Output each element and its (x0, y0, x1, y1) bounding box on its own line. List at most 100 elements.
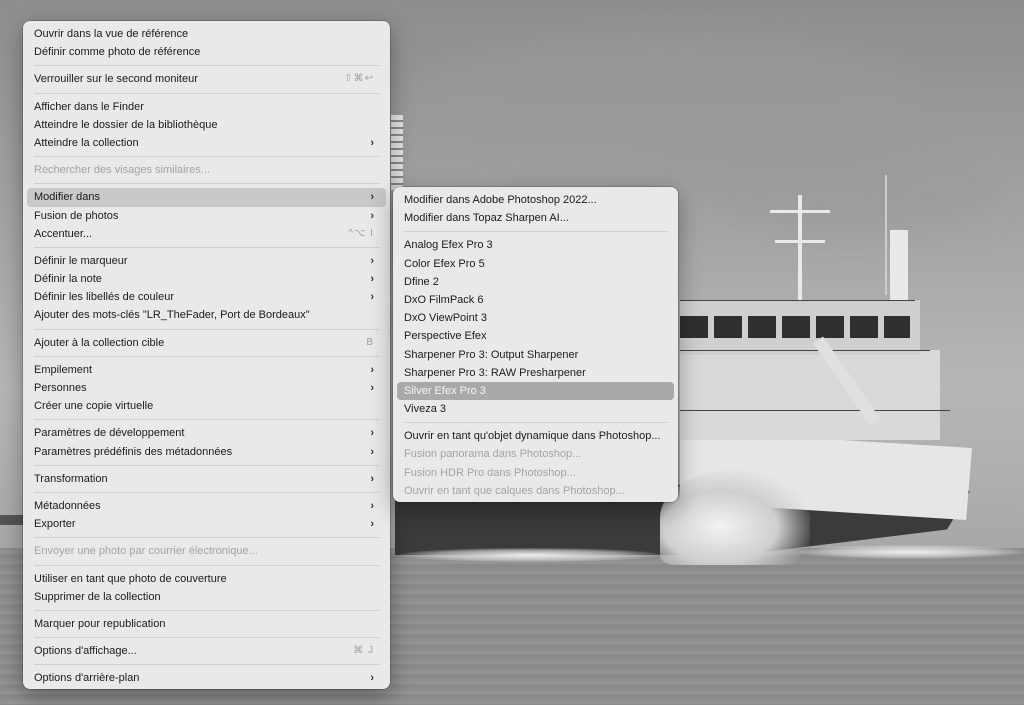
menu-item-label: Personnes (34, 382, 87, 394)
menu-item-ouvrir-dans-la-vue-de-reference[interactable]: Ouvrir dans la vue de référence (27, 25, 386, 43)
menu-separator (34, 92, 379, 94)
chevron-right-icon: › (370, 136, 374, 149)
menu-item-definir-les-libelles-de-couleur[interactable]: Définir les libellés de couleur › (27, 288, 386, 306)
menu-item-personnes[interactable]: Personnes › (27, 379, 386, 397)
menu-item-label: Options d'arrière-plan (34, 672, 140, 685)
water-splash (660, 470, 810, 565)
menu-separator (34, 464, 379, 466)
submenu-item-modifier-dans-topaz-sharpen-ai[interactable]: Modifier dans Topaz Sharpen AI... (397, 209, 674, 227)
menu-item-afficher-dans-le-finder[interactable]: Afficher dans le Finder (27, 98, 386, 116)
menu-item-definir-le-marqueur[interactable]: Définir le marqueur › (27, 252, 386, 270)
chevron-right-icon: › (370, 427, 374, 440)
menu-separator (404, 231, 667, 233)
context-menu: Ouvrir dans la vue de référence Définir c… (23, 21, 390, 689)
menu-item-fusion-de-photos[interactable]: Fusion de photos › (27, 207, 386, 225)
menu-item-parametres-predefinis-des-metadonnees[interactable]: Paramètres prédéfinis des métadonnées › (27, 443, 386, 461)
submenu-item-modifier-dans-adobe-photoshop-2022[interactable]: Modifier dans Adobe Photoshop 2022... (397, 191, 674, 209)
submenu-item-ouvrir-en-tant-que-calques-dans-photosho: Ouvrir en tant que calques dans Photosho… (397, 482, 674, 500)
ship-railing (680, 410, 950, 411)
menu-item-label: Viveza 3 (404, 403, 446, 416)
menu-item-verrouiller-sur-le-second-moniteur[interactable]: Verrouiller sur le second moniteur ⇧⌘↩ (27, 70, 386, 88)
menu-separator (34, 609, 379, 611)
menu-separator (34, 637, 379, 639)
chevron-right-icon: › (370, 518, 374, 531)
submenu-item-viveza-3[interactable]: Viveza 3 (397, 400, 674, 418)
menu-item-label: Définir le marqueur (34, 254, 128, 267)
menu-item-parametres-de-developpement[interactable]: Paramètres de développement › (27, 424, 386, 442)
menu-item-label: Empilement (34, 363, 93, 376)
submenu-item-fusion-panorama-dans-photoshop: Fusion panorama dans Photoshop... (397, 445, 674, 463)
menu-item-label: Utiliser en tant que photo de couverture (34, 572, 227, 585)
menu-item-label: Dfine 2 (404, 275, 439, 288)
submenu-item-dxo-filmpack-6[interactable]: DxO FilmPack 6 (397, 291, 674, 309)
menu-item-label: Marquer pour republication (34, 617, 166, 630)
menu-item-options-d-affichage[interactable]: Options d'affichage... ⌘ J (27, 642, 386, 660)
menu-separator (34, 491, 379, 493)
water-foam (400, 548, 660, 562)
menu-item-options-d-arriere-plan[interactable]: Options d'arrière-plan › (27, 669, 386, 687)
submenu-item-analog-efex-pro-3[interactable]: Analog Efex Pro 3 (397, 236, 674, 254)
submenu-item-dfine-2[interactable]: Dfine 2 (397, 273, 674, 291)
keyboard-shortcut: B (366, 336, 374, 348)
menu-item-label: Accentuer... (34, 227, 93, 240)
menu-item-definir-la-note[interactable]: Définir la note › (27, 270, 386, 288)
submenu-item-sharpener-pro-3-output-sharpener[interactable]: Sharpener Pro 3: Output Sharpener (397, 346, 674, 364)
menu-item-label: DxO ViewPoint 3 (404, 312, 487, 325)
menu-item-label: Verrouiller sur le second moniteur (34, 73, 198, 86)
menu-item-label: Fusion de photos (34, 209, 119, 222)
menu-item-label: Définir la note (34, 273, 102, 286)
submenu-item-silver-efex-pro-3[interactable]: Silver Efex Pro 3 (397, 381, 674, 401)
chevron-right-icon: › (370, 191, 374, 204)
menu-item-utiliser-en-tant-que-photo-de-couverture[interactable]: Utiliser en tant que photo de couverture (27, 570, 386, 588)
submenu-item-perspective-efex[interactable]: Perspective Efex (397, 327, 674, 345)
menu-item-label: Transformation (34, 472, 108, 485)
menu-item-label: Paramètres de développement (34, 427, 185, 440)
menu-item-label: Sharpener Pro 3: RAW Presharpener (404, 366, 586, 379)
menu-item-label: Options d'affichage... (34, 645, 137, 658)
menu-item-modifier-dans[interactable]: Modifier dans › (27, 188, 386, 207)
submenu-item-fusion-hdr-pro-dans-photoshop: Fusion HDR Pro dans Photoshop... (397, 464, 674, 482)
shoreline (0, 515, 24, 525)
menu-item-atteindre-la-collection[interactable]: Atteindre la collection › (27, 134, 386, 152)
menu-item-label: DxO FilmPack 6 (404, 293, 484, 306)
menu-item-empilement[interactable]: Empilement › (27, 361, 386, 379)
menu-item-metadonnees[interactable]: Métadonnées › (27, 497, 386, 515)
menu-item-accentuer[interactable]: Accentuer... ^⌥ I (27, 225, 386, 243)
menu-item-ajouter-des-mots-cles-lr-thefader-port-d[interactable]: Ajouter des mots-clés "LR_TheFader, Port… (27, 306, 386, 324)
keyboard-shortcut: ^⌥ I (348, 227, 374, 239)
menu-item-label: Métadonnées (34, 499, 101, 512)
menu-item-supprimer-de-la-collection[interactable]: Supprimer de la collection (27, 588, 386, 606)
menu-separator (34, 419, 379, 421)
submenu-item-ouvrir-en-tant-qu-objet-dynamique-dans-p[interactable]: Ouvrir en tant qu'objet dynamique dans P… (397, 427, 674, 445)
submenu-item-sharpener-pro-3-raw-presharpener[interactable]: Sharpener Pro 3: RAW Presharpener (397, 364, 674, 382)
water-foam (800, 545, 1020, 559)
menu-item-definir-comme-photo-de-reference[interactable]: Définir comme photo de référence (27, 43, 386, 61)
menu-item-label: Ouvrir en tant qu'objet dynamique dans P… (404, 430, 661, 443)
menu-item-label: Modifier dans (34, 191, 101, 204)
ship-mast-right (890, 230, 908, 300)
menu-item-label: Créer une copie virtuelle (34, 400, 154, 413)
menu-separator (34, 564, 379, 566)
menu-item-label: Sharpener Pro 3: Output Sharpener (404, 348, 579, 361)
ship-bridge-windows (680, 316, 910, 338)
menu-item-label: Analog Efex Pro 3 (404, 239, 493, 252)
menu-separator (34, 328, 379, 330)
chevron-right-icon: › (370, 445, 374, 458)
submenu-item-color-efex-pro-5[interactable]: Color Efex Pro 5 (397, 255, 674, 273)
menu-item-ajouter-a-la-collection-cible[interactable]: Ajouter à la collection cible B (27, 334, 386, 352)
menu-item-marquer-pour-republication[interactable]: Marquer pour republication (27, 615, 386, 633)
menu-item-label: Fusion panorama dans Photoshop... (404, 448, 582, 461)
menu-item-label: Ajouter à la collection cible (34, 336, 165, 349)
chevron-right-icon: › (370, 363, 374, 376)
menu-separator (34, 65, 379, 67)
menu-item-atteindre-le-dossier-de-la-bibliotheque[interactable]: Atteindre le dossier de la bibliothèque (27, 116, 386, 134)
submenu-modifier-dans: Modifier dans Adobe Photoshop 2022... Mod… (393, 187, 678, 502)
menu-item-creer-une-copie-virtuelle[interactable]: Créer une copie virtuelle (27, 397, 386, 415)
menu-item-label: Exporter (34, 518, 76, 531)
submenu-item-dxo-viewpoint-3[interactable]: DxO ViewPoint 3 (397, 309, 674, 327)
menu-item-label: Ouvrir en tant que calques dans Photosho… (404, 484, 625, 497)
chevron-right-icon: › (370, 672, 374, 685)
menu-item-label: Définir les libellés de couleur (34, 291, 175, 304)
menu-item-exporter[interactable]: Exporter › (27, 515, 386, 533)
menu-item-transformation[interactable]: Transformation › (27, 470, 386, 488)
